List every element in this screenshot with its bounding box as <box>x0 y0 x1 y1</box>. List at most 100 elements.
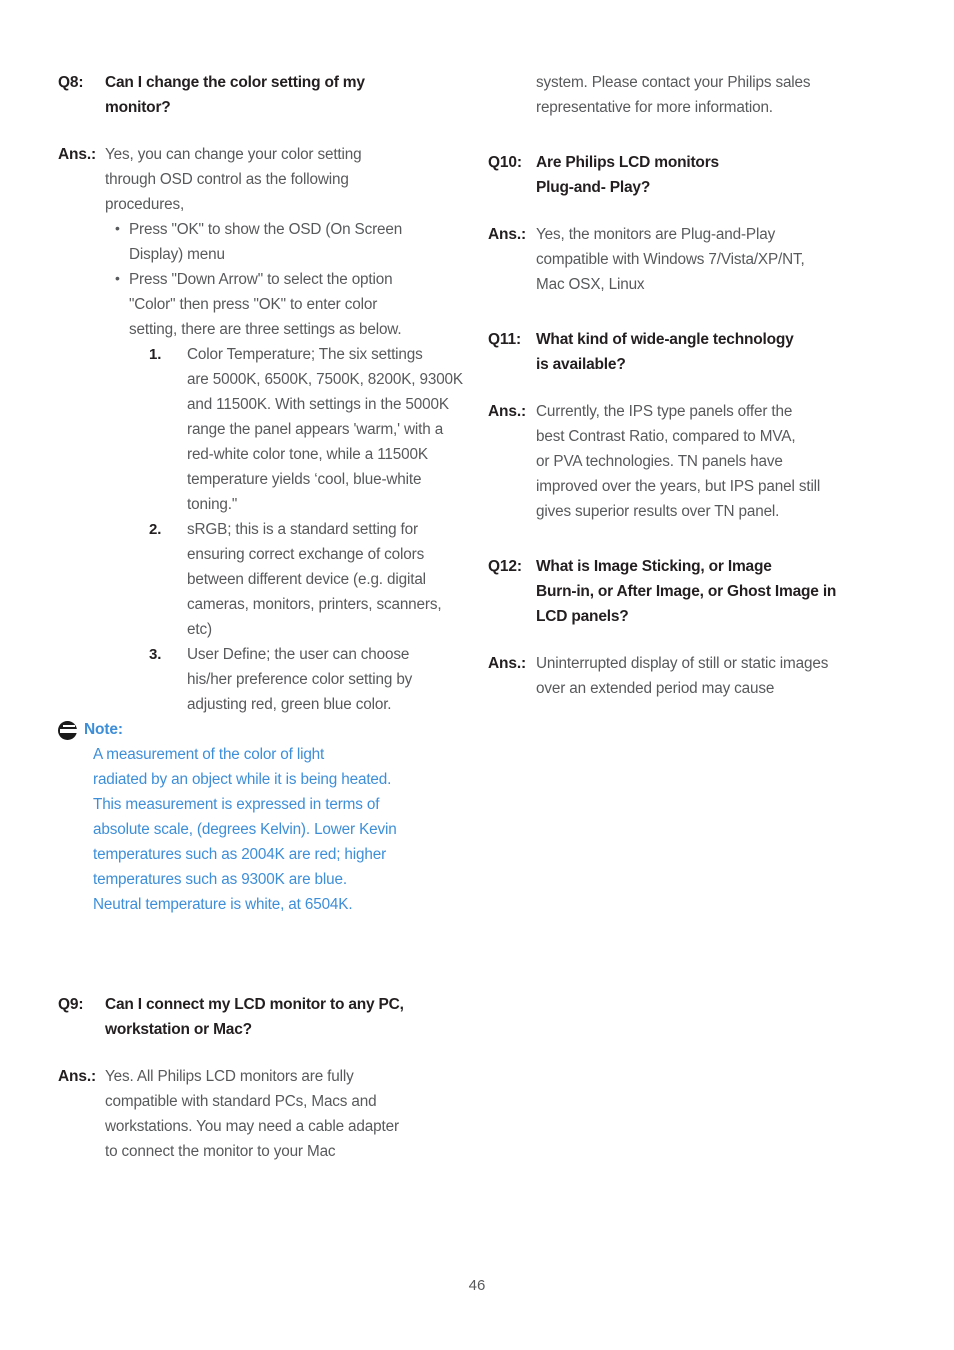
q11-question-line: is available? <box>536 356 626 373</box>
list-item-body: Color Temperature; The six settings are … <box>187 342 468 517</box>
right-column: system. Please contact your Philips sale… <box>488 70 898 701</box>
q8-question-line: Can I change the color setting of my <box>105 74 365 91</box>
list-item: 2. sRGB; this is a standard setting for … <box>149 517 468 642</box>
qa-block-q9: Q9: Can I connect my LCD monitor to any … <box>58 992 468 1042</box>
q9-answer: Yes. All Philips LCD monitors are fully … <box>105 1064 468 1164</box>
qa-block-q12: Q12: What is Image Sticking, or Image Bu… <box>488 554 898 629</box>
note-line: temperatures such as 2004K are red; high… <box>93 846 387 863</box>
q11-answer-line: gives superior results over TN panel. <box>536 503 780 520</box>
continuation-text: system. Please contact your Philips sale… <box>536 70 898 120</box>
q11-answer-line: improved over the years, but IPS panel s… <box>536 478 821 495</box>
list-item-line: etc) <box>187 621 212 638</box>
q9-answer-line: to connect the monitor to your Mac <box>105 1143 336 1160</box>
note-line: temperatures such as 9300K are blue. <box>93 871 347 888</box>
list-item-number: 1. <box>149 346 162 363</box>
q10-question-line: Plug-and- Play? <box>536 179 651 196</box>
q8-question-line: monitor? <box>105 99 171 116</box>
page-number: 46 <box>468 1277 486 1294</box>
q11-label: Q11: <box>488 331 522 348</box>
q12-answer: Uninterrupted display of still or static… <box>536 651 898 701</box>
q10-answer-line: compatible with Windows 7/Vista/XP/NT, <box>536 251 805 268</box>
list-item-line: adjusting red, green blue color. <box>187 696 392 713</box>
note-icon <box>58 721 79 740</box>
q12-answer-line: Uninterrupted display of still or static… <box>536 655 829 672</box>
document-page: Q8: Can I change the color setting of my… <box>0 0 954 1350</box>
list-item-body: sRGB; this is a standard setting for ens… <box>187 517 468 642</box>
qa-block-q8: Q8: Can I change the color setting of my… <box>58 70 468 120</box>
q11-answer-line: Currently, the IPS type panels offer the <box>536 403 793 420</box>
q9-question-line: workstation or Mac? <box>105 1021 252 1038</box>
list-item-line: his/her preference color setting by <box>187 671 413 688</box>
list-item-body: User Define; the user can choose his/her… <box>187 642 468 717</box>
q11-answer-line: best Contrast Ratio, compared to MVA, <box>536 428 796 445</box>
bullet-line: Display) menu <box>129 246 225 263</box>
qa-block-q8-answer: Ans.: Yes, you can change your color set… <box>58 142 468 717</box>
q10-answer-line: Mac OSX, Linux <box>536 276 645 293</box>
q11-ans-label: Ans.: <box>488 403 527 420</box>
q10-question: Are Philips LCD monitors Plug-and- Play? <box>536 150 898 200</box>
q12-question-line: Burn-in, or After Image, or Ghost Image … <box>536 583 837 600</box>
q11-question-line: What kind of wide-angle technology <box>536 331 794 348</box>
continuation-line: system. Please contact your Philips sale… <box>536 74 811 91</box>
bullet-line: setting, there are three settings as bel… <box>129 321 402 338</box>
q12-answer-line: over an extended period may cause <box>536 680 775 697</box>
q9-answer-line: workstations. You may need a cable adapt… <box>105 1118 399 1135</box>
q12-question-line: LCD panels? <box>536 608 629 625</box>
q8-answer: Yes, you can change your color setting t… <box>105 142 468 717</box>
q8-question: Can I change the color setting of my mon… <box>105 70 468 120</box>
list-item-number: 2. <box>149 521 162 538</box>
q10-label: Q10: <box>488 154 522 171</box>
q11-answer-line: or PVA technologies. TN panels have <box>536 453 783 470</box>
list-item-line: sRGB; this is a standard setting for <box>187 521 418 538</box>
q9-ans-label: Ans.: <box>58 1068 97 1085</box>
list-item: 3. User Define; the user can choose his/… <box>149 642 468 717</box>
list-item-line: are 5000K, 6500K, 7500K, 8200K, 9300K <box>187 371 463 388</box>
list-item-line: User Define; the user can choose <box>187 646 410 663</box>
note-line: radiated by an object while it is being … <box>93 771 392 788</box>
list-item-line: range the panel appears 'warm,' with a <box>187 421 444 438</box>
q9-label: Q9: <box>58 996 84 1013</box>
q10-question-line: Are Philips LCD monitors <box>536 154 719 171</box>
list-item-line: between different device (e.g. digital <box>187 571 426 588</box>
qa-block-q12-answer: Ans.: Uninterrupted display of still or … <box>488 651 898 701</box>
note-line: absolute scale, (degrees Kelvin). Lower … <box>93 821 397 838</box>
continuation-spacer <box>488 70 536 120</box>
qa-block-q10: Q10: Are Philips LCD monitors Plug-and- … <box>488 150 898 200</box>
note-callout: Note: A measurement of the color of ligh… <box>58 717 468 917</box>
q8-answer-line: through OSD control as the following <box>105 171 349 188</box>
list-item-line: ensuring correct exchange of colors <box>187 546 425 563</box>
q11-answer: Currently, the IPS type panels offer the… <box>536 399 898 524</box>
qa-block-q11: Q11: What kind of wide-angle technology … <box>488 327 898 377</box>
continuation-line: representative for more information. <box>536 99 773 116</box>
q10-answer: Yes, the monitors are Plug-and-Play comp… <box>536 222 898 297</box>
q11-question: What kind of wide-angle technology is av… <box>536 327 898 377</box>
q8-bullet-list: Press "OK" to show the OSD (On Screen Di… <box>105 216 468 342</box>
list-item: 1. Color Temperature; The six settings a… <box>149 342 468 517</box>
q10-answer-line: Yes, the monitors are Plug-and-Play <box>536 226 776 243</box>
list-item-line: cameras, monitors, printers, scanners, <box>187 596 442 613</box>
left-column: Q8: Can I change the color setting of my… <box>58 70 468 1164</box>
q12-label: Q12: <box>488 558 522 575</box>
q8-answer-line: procedures, <box>105 196 185 213</box>
list-item-number: 3. <box>149 646 162 663</box>
qa-block-q11-answer: Ans.: Currently, the IPS type panels off… <box>488 399 898 524</box>
list-item: Press "Down Arrow" to select the option … <box>115 266 468 342</box>
q12-ans-label: Ans.: <box>488 655 527 672</box>
list-item-line: toning." <box>187 496 238 513</box>
note-header: Note: <box>58 717 468 742</box>
continuation-block: system. Please contact your Philips sale… <box>488 70 898 120</box>
note-body: A measurement of the color of light radi… <box>93 742 468 917</box>
q12-question: What is Image Sticking, or Image Burn-in… <box>536 554 898 629</box>
q9-question: Can I connect my LCD monitor to any PC, … <box>105 992 468 1042</box>
list-item-line: Color Temperature; The six settings <box>187 346 423 363</box>
qa-block-q10-answer: Ans.: Yes, the monitors are Plug-and-Pla… <box>488 222 898 297</box>
q8-ans-label: Ans.: <box>58 146 97 163</box>
bullet-line: Press "OK" to show the OSD (On Screen <box>129 221 403 238</box>
